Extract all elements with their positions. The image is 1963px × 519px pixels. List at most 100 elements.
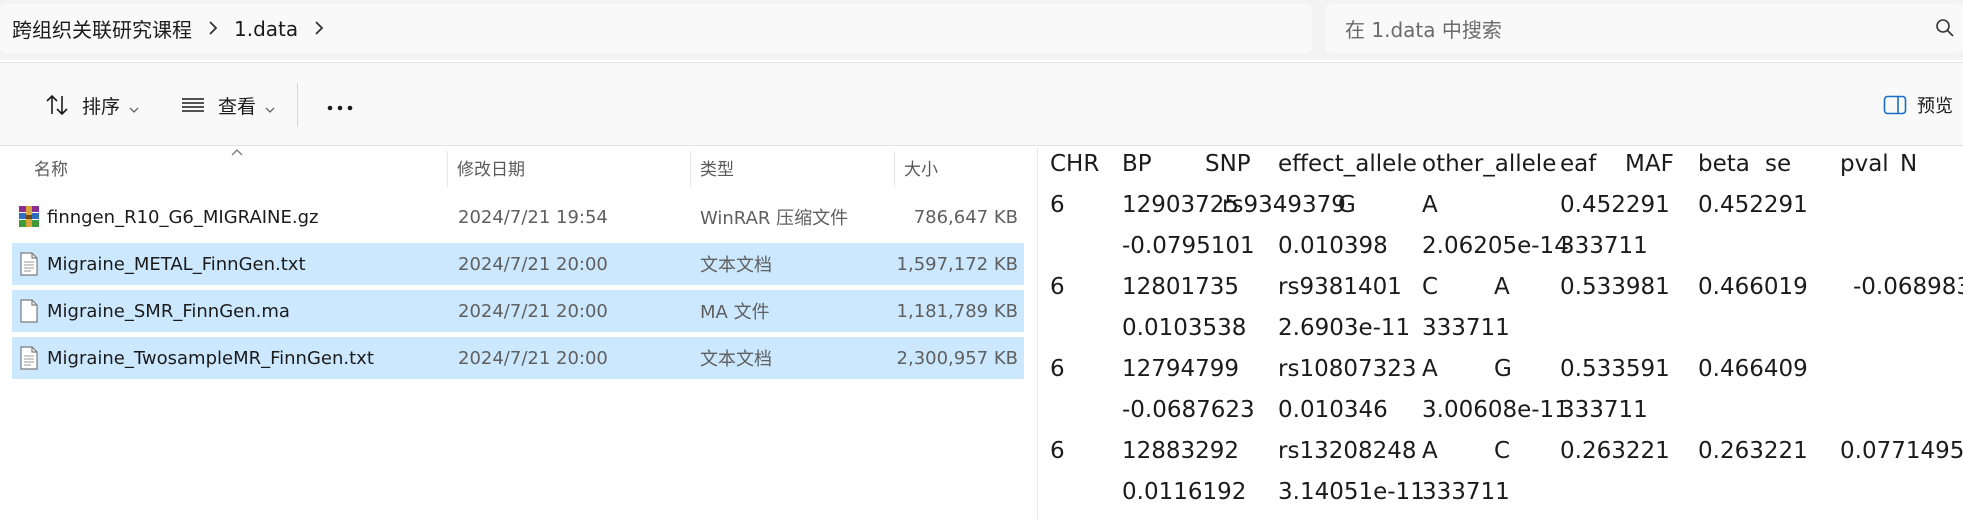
generic-file-icon xyxy=(18,299,40,323)
preview-cell: 0.466409 xyxy=(1698,356,1808,382)
preview-cell: -0.068983 xyxy=(1853,274,1963,300)
column-divider[interactable] xyxy=(447,151,448,187)
preview-cell: 6 xyxy=(1050,192,1065,218)
chevron-down-icon xyxy=(128,99,140,113)
file-date: 2024/7/21 19:54 xyxy=(458,206,608,228)
preview-cell: A xyxy=(1422,192,1438,218)
table-row[interactable]: finngen_R10_G6_MIGRAINE.gz 2024/7/21 19:… xyxy=(12,196,1024,238)
more-dots-icon xyxy=(327,96,353,115)
breadcrumb-item-course[interactable]: 跨组织关联研究课程 xyxy=(12,14,192,43)
preview-cell: 0.452291 xyxy=(1698,192,1808,218)
column-divider[interactable] xyxy=(690,151,691,187)
preview-cell: 0.010398 xyxy=(1278,233,1388,259)
preview-cell: 0.466019 xyxy=(1698,274,1808,300)
preview-cell: rs10807323 xyxy=(1278,356,1417,382)
preview-cell: 333711 xyxy=(1422,315,1510,341)
preview-cell: A xyxy=(1494,274,1510,300)
preview-cell: rs13208248 xyxy=(1278,438,1417,464)
preview-cell: C xyxy=(1422,274,1439,300)
preview-cell: 333711 xyxy=(1422,479,1510,505)
table-row[interactable]: Migraine_TwosampleMR_FinnGen.txt 2024/7/… xyxy=(12,337,1024,379)
text-file-icon xyxy=(18,346,40,370)
preview-cell: 0.533591 xyxy=(1560,356,1670,382)
text-file-icon xyxy=(18,252,40,276)
file-date: 2024/7/21 20:00 xyxy=(458,347,608,369)
preview-cell: 12801735 xyxy=(1122,274,1240,300)
file-name: Migraine_TwosampleMR_FinnGen.txt xyxy=(47,347,374,369)
search-icon[interactable] xyxy=(1935,18,1955,38)
column-header-size[interactable]: 大小 xyxy=(904,147,938,187)
preview-cell: 0.452291 xyxy=(1560,192,1670,218)
file-type: 文本文档 xyxy=(700,349,772,370)
preview-header-cell: pval xyxy=(1840,151,1889,177)
preview-label: 预览 xyxy=(1917,96,1953,117)
column-header-type[interactable]: 类型 xyxy=(700,147,734,187)
more-options-button[interactable] xyxy=(320,85,360,125)
breadcrumb[interactable]: 跨组织关联研究课程 1.data xyxy=(0,4,1312,53)
file-type: 文本文档 xyxy=(700,255,772,276)
preview-header-cell: effect_allele xyxy=(1278,151,1417,177)
file-size: 1,181,789 KB xyxy=(896,300,1018,322)
preview-cell: 0.263221 xyxy=(1698,438,1808,464)
preview-header-cell: SNP xyxy=(1205,151,1251,177)
winrar-archive-icon xyxy=(18,205,40,229)
preview-cell: C xyxy=(1494,438,1511,464)
preview-cell: G xyxy=(1494,356,1512,382)
chevron-down-icon xyxy=(264,99,276,113)
preview-cell: 0.0103538 xyxy=(1122,315,1247,341)
command-bar: 排序 查看 预览 xyxy=(0,62,1963,146)
preview-header-cell: se xyxy=(1765,151,1792,177)
preview-cell: 6 xyxy=(1050,356,1065,382)
preview-cell: rs9381401 xyxy=(1278,274,1402,300)
preview-header-cell: N xyxy=(1900,151,1918,177)
address-bar-row: 跨组织关联研究课程 1.data 在 1.data 中搜索 xyxy=(0,0,1963,60)
preview-cell: 12883292 xyxy=(1122,438,1240,464)
preview-cell: 0.263221 xyxy=(1560,438,1670,464)
preview-cell: rs9349379 xyxy=(1222,192,1346,218)
column-divider[interactable] xyxy=(894,151,895,187)
file-type: MA 文件 xyxy=(700,302,770,323)
view-label: 查看 xyxy=(218,95,257,118)
preview-cell: 2.6903e-11 xyxy=(1278,315,1411,341)
file-size: 786,647 KB xyxy=(913,206,1018,228)
preview-cell: 3.14051e-11 xyxy=(1278,479,1425,505)
preview-cell: 0.0116192 xyxy=(1122,479,1247,505)
view-button[interactable]: 查看 xyxy=(180,85,276,125)
file-name: Migraine_SMR_FinnGen.ma xyxy=(47,300,290,322)
file-date: 2024/7/21 20:00 xyxy=(458,253,608,275)
preview-cell: 2.06205e-14 xyxy=(1422,233,1569,259)
table-row[interactable]: Migraine_SMR_FinnGen.ma 2024/7/21 20:00 … xyxy=(12,290,1024,332)
search-input[interactable]: 在 1.data 中搜索 xyxy=(1325,4,1963,53)
preview-pane-icon xyxy=(1883,94,1907,116)
preview-cell: A xyxy=(1422,356,1438,382)
preview-pane[interactable]: CHR BP SNP effect_allele other_allele ea… xyxy=(1037,147,1963,519)
preview-cell: 6 xyxy=(1050,438,1065,464)
preview-cell: 333711 xyxy=(1560,233,1648,259)
list-view-icon xyxy=(180,92,206,118)
preview-header-cell: other_allele xyxy=(1422,151,1557,177)
file-list: 名称 修改日期 类型 大小 finngen_R10_G6_MIGRAINE.gz… xyxy=(0,147,1030,519)
file-size: 2,300,957 KB xyxy=(896,347,1018,369)
table-row[interactable]: Migraine_METAL_FinnGen.txt 2024/7/21 20:… xyxy=(12,243,1024,285)
preview-pane-button[interactable]: 预览 xyxy=(1883,85,1953,125)
preview-header-cell: MAF xyxy=(1625,151,1674,177)
preview-cell: -0.0687623 xyxy=(1122,397,1255,423)
column-header-name[interactable]: 名称 xyxy=(34,147,68,187)
breadcrumb-item-data[interactable]: 1.data xyxy=(234,17,298,41)
chevron-right-icon[interactable] xyxy=(192,17,234,41)
preview-cell: 12794799 xyxy=(1122,356,1240,382)
chevron-right-icon[interactable] xyxy=(298,17,340,41)
sort-ascending-icon xyxy=(231,149,243,156)
preview-cell: 6 xyxy=(1050,274,1065,300)
sort-button[interactable]: 排序 xyxy=(44,85,140,125)
preview-cell: 0.010346 xyxy=(1278,397,1388,423)
preview-header-cell: BP xyxy=(1122,151,1152,177)
file-type: WinRAR 压缩文件 xyxy=(700,208,849,229)
column-header-date[interactable]: 修改日期 xyxy=(457,147,525,187)
preview-cell: -0.0795101 xyxy=(1122,233,1255,259)
file-name: finngen_R10_G6_MIGRAINE.gz xyxy=(47,206,319,228)
preview-header-cell: CHR xyxy=(1050,151,1100,177)
preview-header-cell: eaf xyxy=(1560,151,1597,177)
toolbar-divider xyxy=(297,83,298,127)
sort-arrows-icon xyxy=(44,92,70,118)
